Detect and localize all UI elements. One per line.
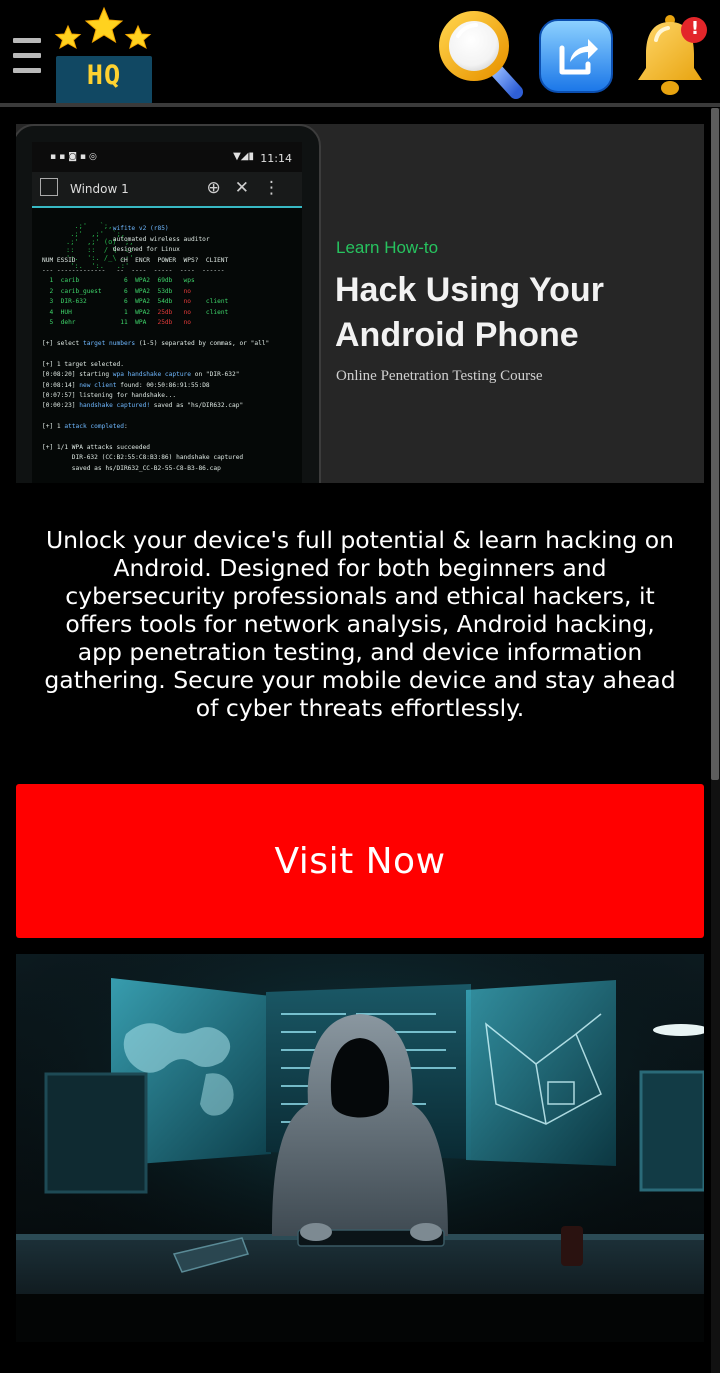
phone-screen: ▪▪◙▪◎ ▼◢▮ 11:14 Window 1 ⊕✕⋮ .;' `;, .;'…: [32, 142, 302, 483]
hacker-scene-image: [16, 954, 704, 1342]
notifications-button[interactable]: !: [630, 10, 712, 100]
star-icon: [54, 6, 152, 50]
terminal-output: wifite v2 (r85) automated wireless audit…: [42, 225, 270, 472]
app-description: Unlock your device's full potential & le…: [44, 526, 676, 722]
hacker-illustration: [16, 954, 704, 1342]
course-banner[interactable]: ▪▪◙▪◎ ▼◢▮ 11:14 Window 1 ⊕✕⋮ .;' `;, .;'…: [16, 124, 704, 483]
app-header: HQ !: [0, 0, 720, 104]
phone-status-bar: ▪▪◙▪◎ ▼◢▮ 11:14: [32, 142, 302, 172]
app-logo[interactable]: HQ: [52, 6, 156, 104]
page-scrollbar-thumb[interactable]: [711, 108, 719, 780]
phone-mockup: ▪▪◙▪◎ ▼◢▮ 11:14 Window 1 ⊕✕⋮ .;' `;, .;'…: [16, 124, 321, 483]
banner-subtitle: Online Penetration Testing Course: [336, 368, 543, 384]
search-button[interactable]: [430, 6, 530, 102]
search-icon: [439, 11, 523, 99]
terminal-window-title: Window 1: [70, 182, 129, 196]
header-divider: [0, 103, 720, 107]
notification-badge: !: [690, 18, 700, 39]
share-button[interactable]: [538, 18, 614, 94]
hamburger-menu-icon[interactable]: [13, 38, 43, 74]
phone-time: 11:14: [260, 152, 292, 165]
banner-title: Hack Using Your Android Phone: [335, 271, 604, 354]
visit-now-button[interactable]: Visit Now: [16, 784, 704, 938]
terminal-window-bar: Window 1 ⊕✕⋮: [32, 172, 302, 208]
banner-kicker: Learn How-to: [336, 238, 439, 257]
logo-text: HQ: [86, 60, 122, 91]
share-icon: [539, 19, 613, 93]
